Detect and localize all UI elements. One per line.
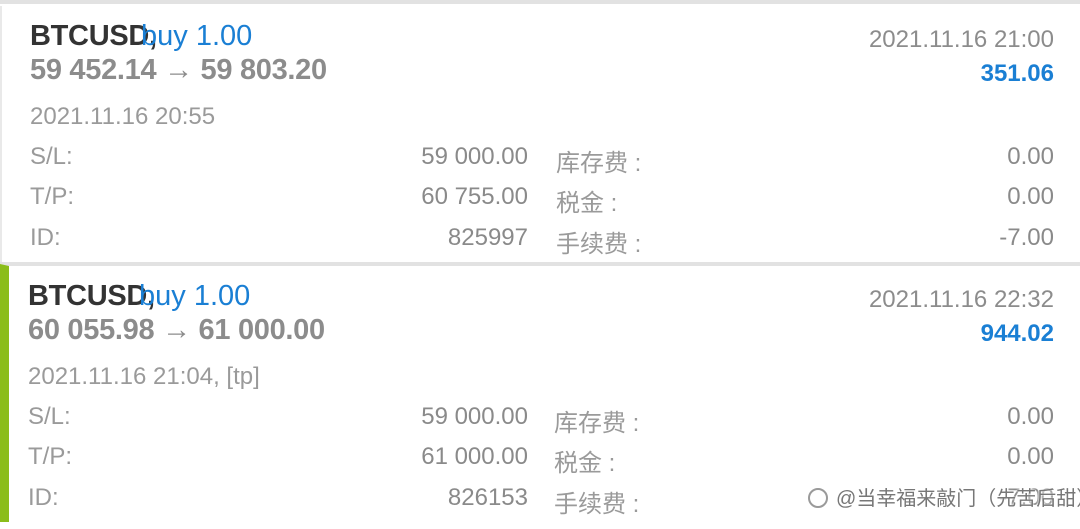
trade-price-move: 59 452.14 → 59 803.20 — [30, 54, 327, 86]
trade-profit: 944.02 — [980, 320, 1054, 347]
trade-open-time: 2021.11.16 20:55 — [30, 103, 216, 130]
trade-side: buy 1.00 — [139, 280, 251, 312]
fee-label: 手续费 : — [554, 491, 640, 518]
trade-price-move: 60 055.98 → 61 000.00 — [28, 314, 325, 346]
sl-label: S/L: — [28, 403, 71, 430]
sl-value: 59 000.00 — [421, 143, 528, 170]
top-divider — [0, 0, 1080, 4]
watermark-text: @当幸福来敲门（先苦后甜） — [836, 488, 1080, 510]
tax-value: 0.00 — [1007, 183, 1054, 210]
fee-value: -7.00 — [999, 224, 1054, 251]
sl-label: S/L: — [30, 143, 73, 170]
tp-label: T/P: — [28, 443, 73, 470]
fee-label: 手续费 : — [556, 231, 642, 258]
swap-value: 0.00 — [1007, 143, 1054, 170]
trade-card[interactable]: BTCUSD, buy 1.00 59 452.14 → 59 803.20 2… — [0, 6, 1080, 264]
sl-value: 59 000.00 — [421, 403, 528, 430]
trade-symbol: BTCUSD, — [30, 20, 157, 52]
tax-label: 税金 : — [556, 190, 618, 217]
trade-open-time: 2021.11.16 21:04, [tp] — [28, 363, 260, 390]
swap-label: 库存费 : — [554, 410, 640, 437]
tp-label: T/P: — [30, 183, 75, 210]
trade-close-time: 2021.11.16 22:32 — [868, 286, 1054, 313]
swap-value: 0.00 — [1007, 403, 1054, 430]
id-label: ID: — [28, 484, 59, 511]
trade-profit: 351.06 — [980, 60, 1054, 87]
tp-value: 61 000.00 — [421, 443, 528, 470]
tax-value: 0.00 — [1007, 443, 1054, 470]
tp-value: 60 755.00 — [421, 183, 528, 210]
id-value: 826153 — [447, 484, 528, 511]
id-label: ID: — [30, 224, 61, 251]
id-value: 825997 — [447, 224, 528, 251]
watermark: @当幸福来敲门（先苦后甜） — [808, 482, 1080, 510]
camera-icon — [808, 487, 828, 508]
trade-side: buy 1.00 — [141, 20, 253, 52]
tax-label: 税金 : — [554, 450, 616, 477]
swap-label: 库存费 : — [556, 150, 642, 177]
trade-close-time: 2021.11.16 21:00 — [868, 26, 1054, 53]
trade-symbol: BTCUSD, — [28, 280, 155, 312]
